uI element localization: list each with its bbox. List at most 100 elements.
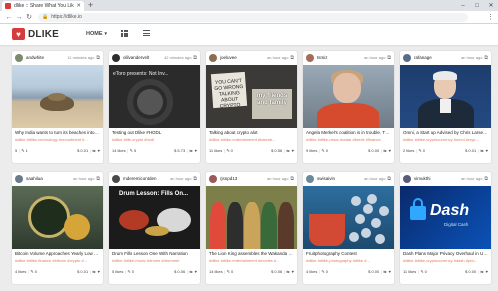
- username[interactable]: olilvandervelt: [123, 55, 164, 60]
- thumbnail-image[interactable]: [206, 186, 297, 249]
- post-card[interactable]: rjsnpd13 an hour ago ⧉ The Lion King assemb…: [206, 172, 297, 284]
- new-tab-button[interactable]: +: [88, 0, 93, 11]
- site-logo[interactable]: ♥ DLIKE: [12, 28, 59, 40]
- address-bar[interactable]: 🔒 https://dlike.io: [38, 12, 468, 22]
- thumbnail-image[interactable]: Drum Lesson: Fills On...: [109, 186, 200, 249]
- post-card[interactable]: mderemicontden an hour ago ⧉ Drum Lesson: F…: [109, 172, 200, 284]
- external-link-icon[interactable]: ⧉: [96, 55, 100, 61]
- avatar[interactable]: [15, 174, 23, 183]
- post-tags[interactable]: #dlike #dlike-news #radar #brexit #finan…: [306, 137, 391, 142]
- heart-icon[interactable]: ♥: [486, 269, 488, 274]
- post-title[interactable]: Dash Plans Major Privacy Overhaul in Upc…: [403, 251, 488, 256]
- thumbnail-image[interactable]: [400, 65, 491, 128]
- external-link-icon[interactable]: ⧉: [193, 176, 197, 182]
- share-icon[interactable]: ⇆: [480, 148, 483, 153]
- post-title[interactable]: The Lion King assembles the Wakanda Mate…: [209, 251, 294, 256]
- username[interactable]: joeluvee: [220, 55, 267, 60]
- avatar[interactable]: [112, 174, 120, 183]
- comment-icon[interactable]: ✎: [321, 148, 324, 153]
- username[interactable]: swisaivin: [317, 176, 364, 181]
- post-card[interactable]: tsmiz an hour ago ⧉ Angela Merkel's coaliti…: [303, 51, 394, 163]
- post-title[interactable]: Talking about crypto alot: [209, 130, 294, 135]
- heart-icon[interactable]: ♥: [195, 269, 197, 274]
- post-tags[interactable]: #dlike #life-crypto #hodl: [112, 137, 197, 142]
- username[interactable]: andwhite: [26, 55, 67, 60]
- external-link-icon[interactable]: ⧉: [387, 176, 391, 182]
- username[interactable]: vimukthi: [414, 176, 461, 181]
- browser-menu-icon[interactable]: ⋮: [487, 13, 494, 21]
- external-link-icon[interactable]: ⧉: [290, 176, 294, 182]
- thumbnail-image[interactable]: [303, 65, 394, 128]
- username[interactable]: mderemicontden: [123, 176, 170, 181]
- forward-icon[interactable]: →: [14, 14, 24, 21]
- share-icon[interactable]: ⇆: [286, 148, 289, 153]
- comment-icon[interactable]: ✎: [130, 148, 133, 153]
- comment-icon[interactable]: ✎: [420, 269, 423, 274]
- post-card[interactable]: swisaivin an hour ago ⧉ Fruitphotography Co…: [303, 172, 394, 284]
- share-icon[interactable]: ⇆: [383, 269, 386, 274]
- post-tags[interactable]: #dlike #dlike-finance #bitcoin #crypto #…: [15, 258, 100, 263]
- list-view-icon[interactable]: [143, 30, 150, 38]
- share-icon[interactable]: ⇆: [286, 269, 289, 274]
- comment-icon[interactable]: ✎: [127, 269, 130, 274]
- post-card[interactable]: joeluvee an hour ago ⧉ YOU CAN'T GO WRONG T…: [206, 51, 297, 163]
- thumbnail-image[interactable]: YOU CAN'T GO WRONG TALKING ABOUT CRYPTO m…: [206, 65, 297, 128]
- avatar[interactable]: [15, 53, 23, 62]
- share-icon[interactable]: ⇆: [92, 148, 95, 153]
- avatar[interactable]: [112, 53, 120, 62]
- avatar[interactable]: [209, 53, 217, 62]
- minimize-icon[interactable]: –: [456, 3, 470, 9]
- post-title[interactable]: Fruitphotography Contest: [306, 251, 391, 256]
- thumbnail-image[interactable]: Dash Digital Cash: [400, 186, 491, 249]
- share-icon[interactable]: ⇆: [480, 269, 483, 274]
- post-card[interactable]: rafanage an hour ago ⧉ Omni, a Start up Adv…: [400, 51, 491, 163]
- heart-icon[interactable]: ♥: [98, 269, 100, 274]
- browser-tab[interactable]: dlike :: Share What You Like ✕: [2, 1, 84, 11]
- window-close-icon[interactable]: ✕: [484, 2, 498, 9]
- post-title[interactable]: Why India wants to turn its beaches into…: [15, 130, 100, 135]
- heart-icon[interactable]: ♥: [389, 269, 391, 274]
- thumbnail-image[interactable]: [303, 186, 394, 249]
- post-title[interactable]: Omni, a Start up Advised by Chris Larsen…: [403, 130, 488, 135]
- external-link-icon[interactable]: ⧉: [193, 55, 197, 61]
- home-menu[interactable]: HOME▼: [86, 31, 108, 37]
- comment-icon[interactable]: ✎: [226, 148, 229, 153]
- username[interactable]: tsmiz: [317, 55, 364, 60]
- avatar[interactable]: [403, 53, 411, 62]
- post-card[interactable]: saahilua an hour ago ⧉ Bitcoin Volume Appro…: [12, 172, 103, 284]
- heart-icon[interactable]: ♥: [389, 148, 391, 153]
- external-link-icon[interactable]: ⧉: [96, 176, 100, 182]
- comment-icon[interactable]: ✎: [418, 148, 421, 153]
- thumbnail-image[interactable]: [12, 186, 103, 249]
- post-tags[interactable]: #dlike #dlike-entertainment #movies #...: [209, 258, 294, 263]
- heart-icon[interactable]: ♥: [292, 269, 294, 274]
- close-tab-icon[interactable]: ✕: [76, 3, 81, 9]
- external-link-icon[interactable]: ⧉: [387, 55, 391, 61]
- share-icon[interactable]: ⇆: [189, 269, 192, 274]
- avatar[interactable]: [209, 174, 217, 183]
- post-tags[interactable]: #dlike #dlike-cryptocurrency #dash #priv…: [403, 258, 488, 263]
- avatar[interactable]: [306, 174, 314, 183]
- post-title[interactable]: Bitcoin Volume Approaches Yearly Low Aga…: [15, 251, 100, 256]
- external-link-icon[interactable]: ⧉: [290, 55, 294, 61]
- username[interactable]: rjsnpd13: [220, 176, 267, 181]
- comment-icon[interactable]: ✎: [21, 148, 24, 153]
- post-tags[interactable]: #dlike #dlike-cryptocurrency #omni #cryp…: [403, 137, 488, 142]
- post-title[interactable]: Testing out Dlike #HODL: [112, 130, 197, 135]
- username[interactable]: rafanage: [414, 55, 461, 60]
- post-card[interactable]: andwhite 11 minutes ago ⧉ Why India wants t…: [12, 51, 103, 163]
- comment-icon[interactable]: ✎: [30, 269, 33, 274]
- post-card[interactable]: olilvandervelt 42 minutes ago ⧉ eToro prese…: [109, 51, 200, 163]
- external-link-icon[interactable]: ⧉: [484, 55, 488, 61]
- maximize-icon[interactable]: □: [470, 3, 484, 9]
- heart-icon[interactable]: ♥: [195, 148, 197, 153]
- post-tags[interactable]: #dlike #dlike-music #drums #drummer: [112, 258, 197, 263]
- heart-icon[interactable]: ♥: [486, 148, 488, 153]
- post-tags[interactable]: #dlike #dlike-technology #recruitment #.…: [15, 137, 100, 142]
- heart-icon[interactable]: ♥: [98, 148, 100, 153]
- thumbnail-image[interactable]: eToro presents: Not Inv...: [109, 65, 200, 128]
- share-icon[interactable]: ⇆: [189, 148, 192, 153]
- comment-icon[interactable]: ✎: [321, 269, 324, 274]
- post-tags[interactable]: #dlike #dlike-entertainment #tokenb...: [209, 137, 294, 142]
- heart-icon[interactable]: ♥: [292, 148, 294, 153]
